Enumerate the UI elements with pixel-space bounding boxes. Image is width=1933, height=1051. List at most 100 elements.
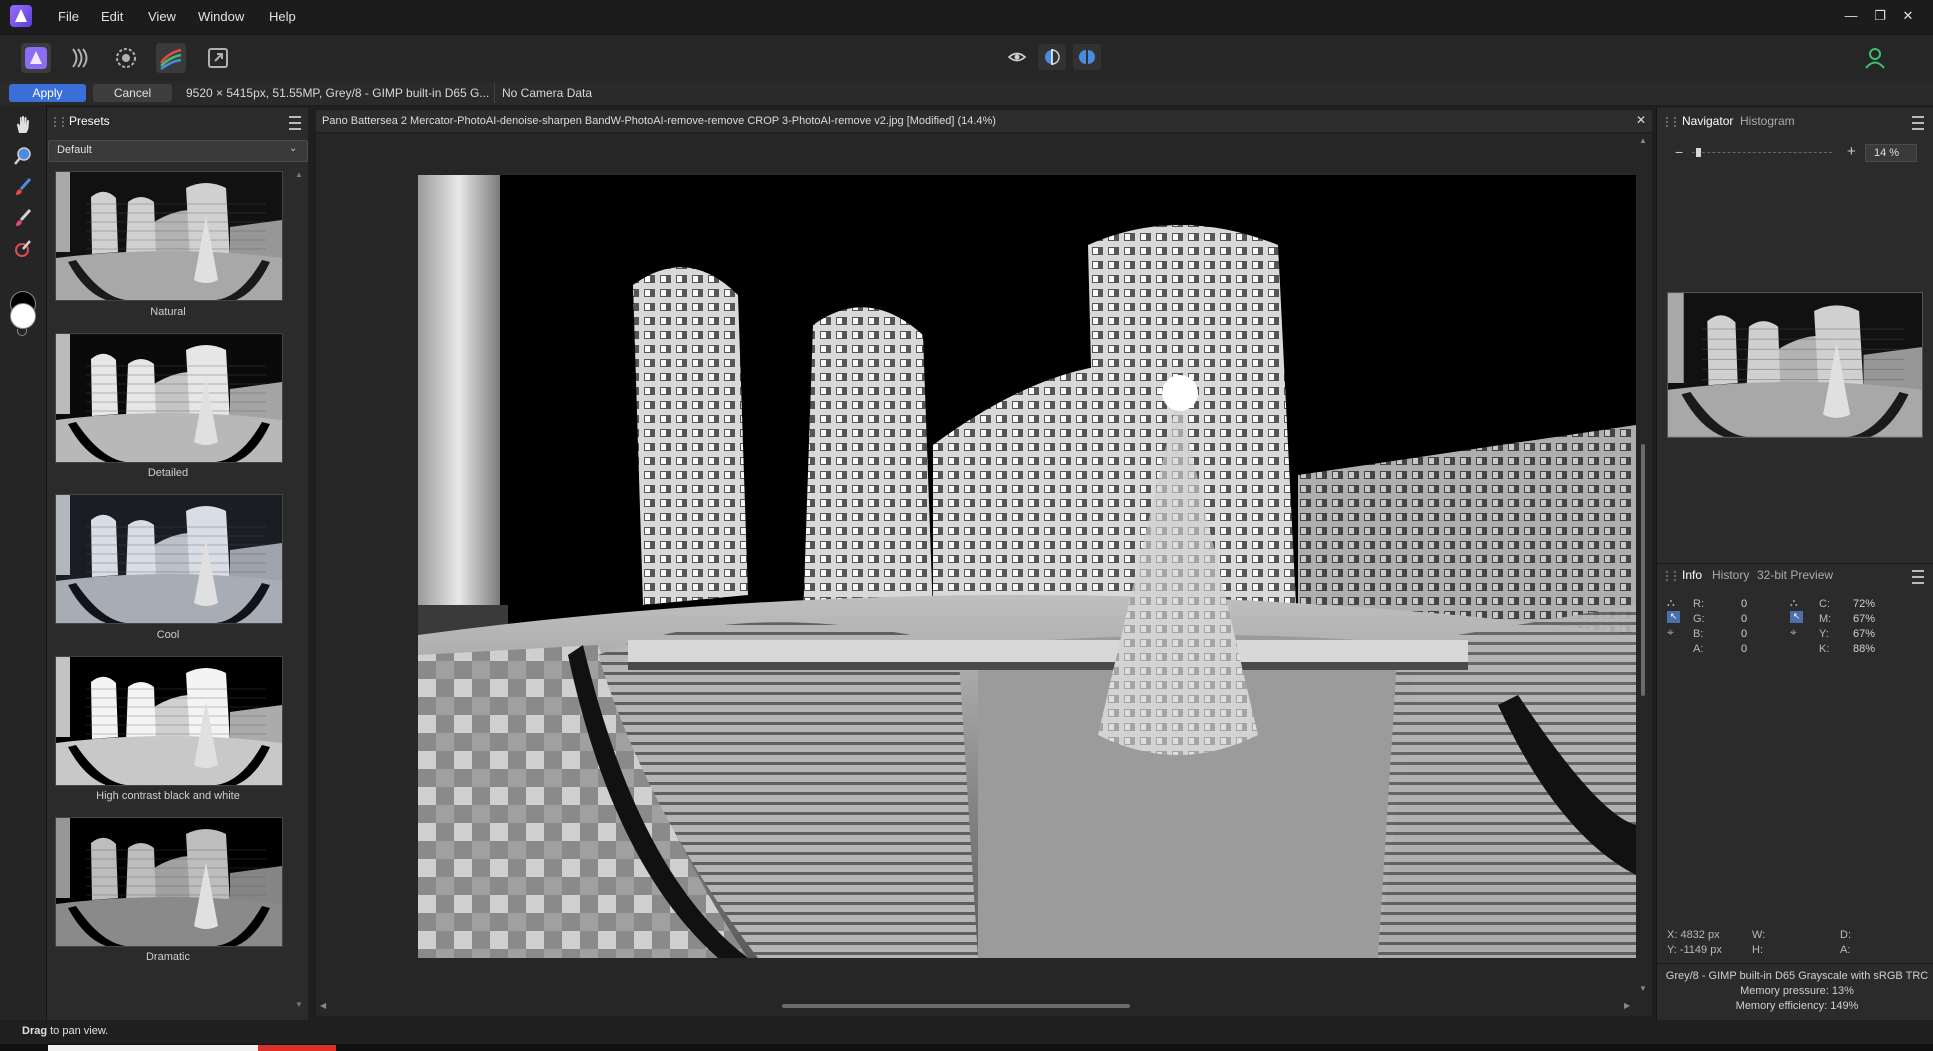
- mirror-view-button[interactable]: [1073, 44, 1101, 70]
- affinity-photo-logo-icon: [10, 5, 32, 27]
- account-button[interactable]: [1860, 43, 1890, 73]
- right-panels: Navigator Histogram − + 14 % Info Histor…: [1656, 108, 1933, 1020]
- angle-label: A:: [1840, 944, 1851, 956]
- pointer-source-icon[interactable]: ↖: [1790, 611, 1803, 623]
- erase-brush-tool-button[interactable]: [10, 205, 36, 231]
- split-view-button[interactable]: [1038, 44, 1066, 70]
- cancel-button[interactable]: Cancel: [93, 84, 172, 102]
- crosshair-icon[interactable]: ⌖: [1667, 625, 1674, 640]
- preset-label: Cool: [156, 629, 180, 641]
- navigator-menu-icon[interactable]: [1912, 116, 1924, 130]
- apply-button[interactable]: Apply: [9, 84, 86, 102]
- divider: [1657, 963, 1933, 964]
- navigator-preview[interactable]: [1667, 292, 1923, 438]
- menu-window[interactable]: Window: [198, 9, 244, 24]
- info-g-value: 0: [1741, 613, 1748, 625]
- scroll-left-icon[interactable]: ◀: [320, 1001, 326, 1010]
- preset-thumbnail-cool[interactable]: [55, 494, 283, 624]
- preset-preview-image: [56, 495, 282, 623]
- menu-file[interactable]: File: [58, 9, 79, 24]
- taskbar-app-icon[interactable]: [258, 1045, 336, 1051]
- scroll-down-icon[interactable]: ▼: [295, 1000, 303, 1009]
- menu-bar: File Edit View Window Help — ❐ ✕: [0, 0, 1933, 34]
- zoom-out-button[interactable]: −: [1675, 144, 1683, 160]
- preset-thumbnail-natural[interactable]: [55, 171, 283, 301]
- document-tab[interactable]: Pano Battersea 2 Mercator-PhotoAI-denois…: [316, 110, 1652, 132]
- scroll-up-icon[interactable]: ▲: [1639, 136, 1647, 145]
- tab-presets[interactable]: Presets: [69, 114, 110, 128]
- info-y-value: 67%: [1853, 628, 1876, 640]
- pointer-source-icon[interactable]: ↖: [1667, 611, 1680, 623]
- info-k-label: K:: [1819, 643, 1830, 655]
- tab-info[interactable]: Info: [1682, 568, 1702, 582]
- color-profile-text: Grey/8 - GIMP built-in D65 Grayscale wit…: [1665, 970, 1929, 982]
- horizontal-scroll-thumb[interactable]: [782, 1004, 1130, 1008]
- photo-persona-button[interactable]: [21, 43, 51, 73]
- preset-preview-image: [56, 334, 282, 462]
- preset-category-value: Default: [57, 144, 92, 156]
- horizontal-scrollbar[interactable]: ◀ ▶: [316, 1000, 1638, 1012]
- info-y-label: Y:: [1819, 628, 1829, 640]
- liquify-persona-icon: [72, 48, 88, 68]
- tab-history[interactable]: History: [1712, 568, 1749, 582]
- preset-thumbnail-detailed[interactable]: [55, 333, 283, 463]
- swap-colors-icon[interactable]: [17, 329, 27, 336]
- info-a-value: 0: [1741, 643, 1748, 655]
- image-info-text: 9520 × 5415px, 51.55MP, Grey/8 - GIMP bu…: [186, 86, 490, 100]
- info-r-label: R:: [1693, 598, 1704, 610]
- scroll-down-icon[interactable]: ▼: [1639, 984, 1647, 993]
- sampler-icon[interactable]: ⛬: [1790, 597, 1798, 610]
- close-window-button[interactable]: ✕: [1897, 6, 1919, 26]
- develop-persona-button[interactable]: [111, 43, 141, 73]
- zoom-tool-button[interactable]: [10, 143, 36, 169]
- cursor-x: X: 4832 px: [1667, 929, 1720, 941]
- image-canvas[interactable]: [418, 175, 1636, 958]
- export-persona-button[interactable]: [203, 43, 233, 73]
- info-menu-icon[interactable]: [1912, 570, 1924, 584]
- selection-brush-tool-button[interactable]: [10, 236, 36, 262]
- close-document-button[interactable]: ✕: [1636, 113, 1646, 127]
- info-m-value: 67%: [1853, 613, 1876, 625]
- navigator-preview-image: [1668, 293, 1922, 437]
- preset-category-select[interactable]: Default ⌄: [48, 140, 308, 162]
- menu-help[interactable]: Help: [269, 9, 296, 24]
- tab-histogram[interactable]: Histogram: [1740, 114, 1795, 128]
- restore-button[interactable]: ❐: [1869, 6, 1891, 26]
- liquify-persona-button[interactable]: [66, 43, 96, 73]
- info-r-value: 0: [1741, 598, 1748, 610]
- view-tool-button[interactable]: [10, 112, 36, 138]
- status-hint-bold: Drag: [22, 1025, 48, 1037]
- tab-navigator[interactable]: Navigator: [1682, 114, 1733, 128]
- scroll-up-icon[interactable]: ▲: [295, 170, 303, 179]
- menu-edit[interactable]: Edit: [101, 9, 123, 24]
- preview-toggle-button[interactable]: [1003, 44, 1031, 70]
- panel-grip-icon: [54, 117, 64, 127]
- panel-grip-icon: [1666, 571, 1676, 581]
- export-persona-icon: [208, 48, 228, 68]
- distance-label: D:: [1840, 929, 1851, 941]
- vertical-scrollbar[interactable]: ▲ ▼: [1638, 134, 1648, 999]
- zoom-in-button[interactable]: +: [1847, 143, 1856, 160]
- tone-mapping-persona-button[interactable]: [156, 43, 186, 73]
- preset-thumbnail-dramatic[interactable]: [55, 817, 283, 947]
- vertical-scroll-thumb[interactable]: [1641, 444, 1645, 696]
- memory-efficiency-text: Memory efficiency: 149%: [1735, 1000, 1859, 1012]
- presets-scrollbar[interactable]: ▲ ▼: [295, 170, 303, 1010]
- preset-thumbnail-high-contrast[interactable]: [55, 656, 283, 786]
- preset-label: High contrast black and white: [96, 790, 240, 802]
- tab-32bit-preview[interactable]: 32-bit Preview: [1757, 568, 1833, 582]
- zoom-slider-thumb[interactable]: [1696, 148, 1702, 157]
- menu-view[interactable]: View: [148, 9, 176, 24]
- paint-brush-tool-button[interactable]: [10, 174, 36, 200]
- primary-color-swatch[interactable]: [10, 303, 36, 329]
- taskbar-window-preview: [48, 1045, 258, 1051]
- memory-pressure-text: Memory pressure: 13%: [1740, 985, 1854, 997]
- status-hint-text: to pan view.: [47, 1025, 109, 1037]
- minimize-button[interactable]: —: [1840, 6, 1862, 26]
- crosshair-icon[interactable]: ⌖: [1790, 625, 1797, 640]
- scroll-right-icon[interactable]: ▶: [1624, 1001, 1630, 1010]
- zoom-slider[interactable]: [1692, 148, 1832, 157]
- sampler-icon[interactable]: ⛬: [1667, 597, 1675, 610]
- zoom-value-field[interactable]: 14 %: [1865, 144, 1917, 162]
- presets-menu-icon[interactable]: [289, 116, 301, 130]
